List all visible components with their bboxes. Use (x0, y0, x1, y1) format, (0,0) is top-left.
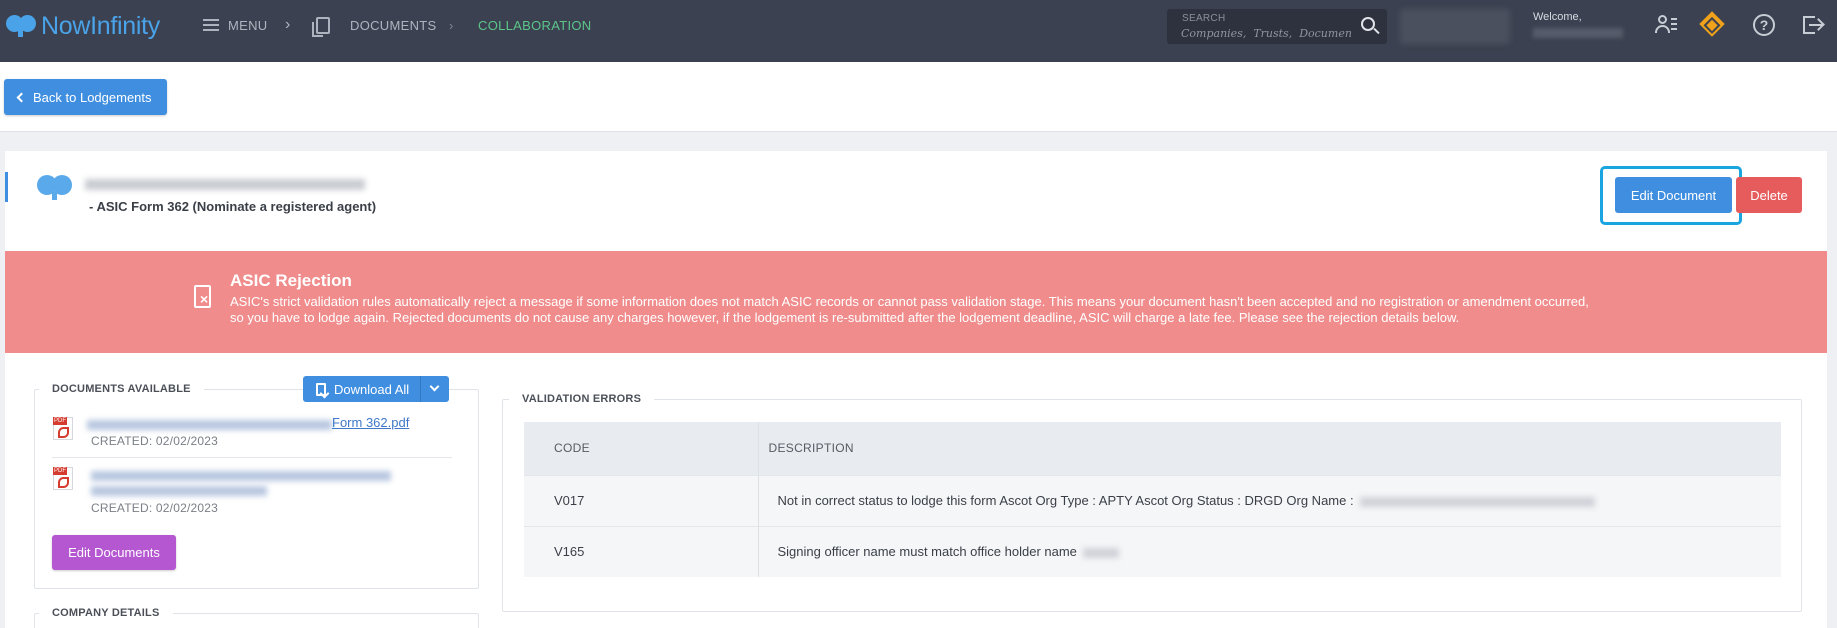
pdf-icon: PDF (53, 467, 73, 490)
validation-errors-legend: VALIDATION ERRORS (509, 393, 655, 405)
header-accent (5, 172, 8, 202)
document-subtitle: - ASIC Form 362 (Nominate a registered a… (89, 199, 377, 214)
document-divider (52, 457, 452, 458)
pdf-icon: PDF (53, 417, 73, 440)
document-name-blurred[interactable] (87, 420, 332, 430)
back-to-lodgements-button[interactable]: Back to Lodgements (4, 79, 167, 115)
nav-documents-label: DOCUMENTS (350, 17, 437, 33)
document-link[interactable]: Form 362.pdf (332, 415, 409, 430)
documents-available-legend: DOCUMENTS AVAILABLE (39, 383, 204, 395)
logout-icon[interactable] (1803, 14, 1825, 36)
nav-menu[interactable]: MENU (203, 0, 267, 50)
column-header-description: DESCRIPTION (758, 422, 1781, 475)
breadcrumb-separator-icon: › (449, 18, 454, 33)
table-header-row: CODE DESCRIPTION (524, 422, 1781, 475)
download-all-label: Download All (334, 381, 410, 397)
global-search: SEARCH (1167, 9, 1387, 44)
rejection-title: ASIC Rejection (230, 271, 352, 290)
menu-icon (203, 19, 219, 31)
search-icon[interactable] (1361, 17, 1375, 31)
table-row: V017 Not in correct status to lodge this… (524, 474, 1781, 526)
officer-name-blurred (1082, 547, 1119, 558)
company-details-section: COMPANY DETAILS (34, 607, 479, 628)
error-description-cell: Not in correct status to lodge this form… (758, 474, 1781, 526)
asic-rejection-banner: ASIC Rejection ASIC's strict validation … (5, 251, 1827, 353)
column-header-code: CODE (524, 422, 759, 475)
account-selector[interactable] (1400, 9, 1510, 44)
nav-menu-label: MENU (228, 17, 268, 33)
top-navigation-bar: NowInfinity MENU › DOCUMENTS › COLLABORA… (0, 0, 1837, 62)
nav-collaboration[interactable]: COLLABORATION (478, 0, 591, 50)
chevron-left-icon (16, 92, 27, 102)
nav-documents[interactable]: DOCUMENTS (312, 0, 437, 50)
table-row: V165 Signing officer name must match off… (524, 525, 1781, 577)
user-list-icon[interactable] (1655, 14, 1677, 36)
documents-icon (312, 16, 330, 37)
app-logo[interactable]: NowInfinity (6, 10, 160, 42)
chevron-down-icon (429, 381, 440, 392)
entity-name (85, 179, 365, 190)
rejection-message: ASIC's strict validation rules automatic… (230, 294, 1630, 326)
user-name (1533, 28, 1623, 38)
error-code: V017 (524, 474, 759, 526)
error-code: V165 (524, 525, 759, 577)
document-created-date: CREATED: 02/02/2023 (91, 501, 218, 515)
welcome-label: Welcome, (1533, 11, 1582, 23)
diamond-icon[interactable] (1699, 11, 1725, 37)
validation-errors-table: CODE DESCRIPTION V017 Not in correct sta… (524, 422, 1781, 577)
logo-text: NowInfinity (41, 11, 160, 40)
rejection-line-2: so you have to lodge again. Rejected doc… (230, 310, 1460, 325)
help-icon[interactable]: ? (1753, 14, 1775, 36)
download-all-button[interactable]: Download All (303, 376, 449, 402)
document-created-date: CREATED: 02/02/2023 (91, 434, 218, 448)
breadcrumb-separator-icon: › (285, 16, 291, 33)
logo-mark-icon (6, 13, 36, 39)
edit-document-button[interactable]: Edit Document (1615, 177, 1732, 213)
company-details-legend: COMPANY DETAILS (39, 607, 173, 619)
document-link-continued[interactable] (91, 486, 267, 496)
document-link[interactable] (91, 471, 391, 481)
download-options-toggle[interactable] (420, 376, 449, 402)
error-description: Signing officer name must match office h… (777, 544, 1077, 560)
reject-document-icon (194, 285, 211, 308)
error-description: Not in correct status to lodge this form… (777, 493, 1354, 508)
search-label: SEARCH (1182, 13, 1226, 24)
search-input[interactable] (1181, 25, 1351, 41)
org-name-blurred (1359, 496, 1595, 507)
nav-collaboration-label: COLLABORATION (478, 17, 592, 33)
delete-button[interactable]: Delete (1736, 177, 1802, 213)
error-description-cell: Signing officer name must match office h… (758, 525, 1781, 577)
document-panel: - ASIC Form 362 (Nominate a registered a… (5, 151, 1827, 628)
edit-documents-button[interactable]: Edit Documents (52, 535, 176, 570)
entity-logo-icon (37, 175, 73, 200)
download-icon (316, 382, 326, 396)
back-strip: Back to Lodgements (0, 62, 1837, 132)
back-button-label: Back to Lodgements (33, 89, 152, 105)
rejection-line-1: ASIC's strict validation rules automatic… (230, 294, 1589, 309)
